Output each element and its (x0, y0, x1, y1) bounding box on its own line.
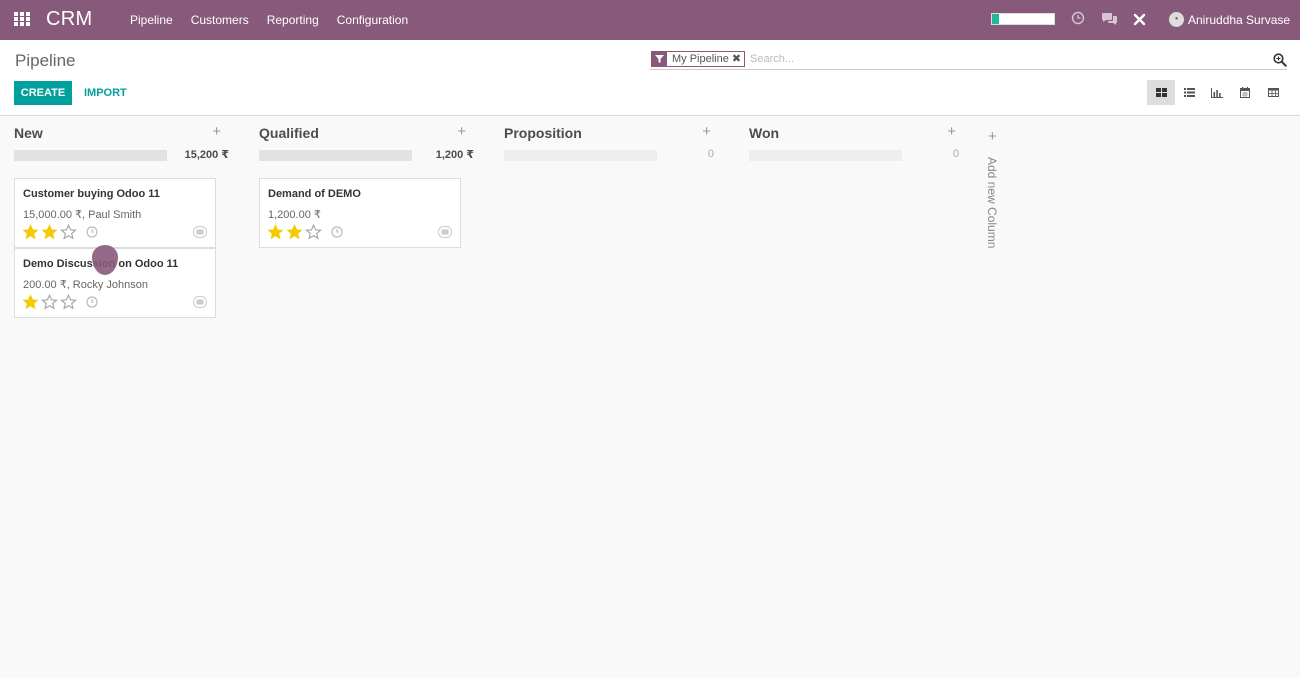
user-avatar[interactable]: ● (1169, 12, 1184, 27)
list-view-icon (1183, 88, 1195, 97)
user-menu[interactable]: Aniruddha Survase (1188, 13, 1290, 27)
column-total: 15,200 ₹ (184, 149, 229, 161)
control-panel: Pipeline My Pipeline ✖ CREATE IMPORT (0, 40, 1300, 116)
column-total: 0 (707, 148, 714, 160)
column-progress-bar[interactable] (749, 150, 902, 161)
progress-fill (992, 14, 1000, 24)
bar-chart-icon (1211, 87, 1223, 98)
quick-create-icon[interactable]: + (947, 123, 956, 140)
graph-view-button[interactable] (1203, 80, 1231, 105)
menu-configuration[interactable]: Configuration (328, 0, 417, 40)
import-button[interactable]: IMPORT (80, 81, 131, 105)
main-menu: Pipeline Customers Reporting Configurati… (121, 0, 417, 40)
calendar-view-button[interactable] (1231, 80, 1259, 105)
column-title[interactable]: Qualified (259, 125, 319, 141)
search-view: My Pipeline ✖ (650, 50, 1287, 70)
activity-clock-icon[interactable] (86, 226, 98, 238)
star-icon[interactable] (59, 224, 78, 240)
facet-value: My Pipeline (672, 53, 729, 65)
facet-remove-icon[interactable]: ✖ (732, 52, 744, 66)
card-subtitle: 200.00 ₹, Rocky Johnson (23, 279, 149, 291)
column-title[interactable]: Proposition (504, 125, 582, 141)
kanban-card[interactable]: Demand of DEMO 1,200.00 ₹ (259, 178, 461, 248)
star-icon[interactable] (21, 224, 40, 240)
sales-person-avatar-icon[interactable] (193, 226, 207, 238)
activity-clock-icon[interactable] (331, 226, 343, 238)
add-column-label[interactable]: Add new Column (985, 157, 999, 248)
filter-icon (652, 52, 667, 66)
pivot-view-button[interactable] (1259, 80, 1287, 105)
add-column-area[interactable]: + Add new Column (980, 117, 1006, 277)
column-title[interactable]: Won (749, 125, 779, 141)
create-button[interactable]: CREATE (14, 81, 72, 105)
column-total: 1,200 ₹ (435, 149, 474, 161)
filter-facet: My Pipeline ✖ (651, 51, 746, 67)
add-column-icon[interactable]: + (988, 128, 997, 145)
star-icon[interactable] (21, 294, 40, 310)
view-switcher (1147, 80, 1287, 105)
calendar-icon (1240, 87, 1250, 98)
star-icon[interactable] (40, 294, 59, 310)
column-progress-bar[interactable] (259, 150, 412, 161)
menu-pipeline[interactable]: Pipeline (121, 0, 182, 40)
chat-bubbles-icon[interactable] (1101, 12, 1118, 26)
activity-clock-icon[interactable] (86, 296, 98, 308)
kanban-view-icon (1155, 88, 1167, 97)
star-icon[interactable] (304, 224, 323, 240)
star-icon[interactable] (266, 224, 285, 240)
sales-person-avatar-icon[interactable] (193, 296, 207, 308)
search-input[interactable] (750, 50, 1260, 68)
pivot-table-icon (1267, 88, 1279, 97)
search-icon[interactable] (1273, 53, 1287, 67)
progress-widget[interactable] (991, 13, 1055, 25)
quick-create-icon[interactable]: + (212, 123, 221, 140)
menu-reporting[interactable]: Reporting (258, 0, 328, 40)
top-navbar: CRM Pipeline Customers Reporting Configu… (0, 0, 1300, 40)
card-subtitle: 1,200.00 ₹ (268, 209, 321, 221)
quick-create-icon[interactable]: + (702, 123, 711, 140)
activity-clock-icon[interactable] (1071, 11, 1085, 25)
star-icon[interactable] (40, 224, 59, 240)
quick-create-icon[interactable]: + (457, 123, 466, 140)
kanban-board: New + 15,200 ₹ Customer buying Odoo 11 1… (0, 117, 1300, 678)
column-progress-bar[interactable] (504, 150, 657, 161)
star-icon[interactable] (285, 224, 304, 240)
breadcrumb: Pipeline (15, 51, 76, 70)
star-icon[interactable] (59, 294, 78, 310)
apps-menu-icon[interactable] (14, 12, 31, 27)
app-brand[interactable]: CRM (46, 8, 92, 31)
priority-stars (21, 294, 78, 310)
card-subtitle: 15,000.00 ₹, Paul Smith (23, 209, 142, 221)
column-title[interactable]: New (14, 125, 43, 141)
priority-stars (21, 224, 78, 240)
column-total: 0 (952, 148, 959, 160)
menu-customers[interactable]: Customers (182, 0, 258, 40)
debug-tools-icon[interactable] (1133, 13, 1146, 26)
kanban-view-button[interactable] (1147, 80, 1175, 105)
kanban-card[interactable]: Customer buying Odoo 11 15,000.00 ₹, Pau… (14, 178, 216, 248)
column-progress-bar[interactable] (14, 150, 167, 161)
priority-stars (266, 224, 323, 240)
card-title: Demand of DEMO (268, 188, 361, 200)
card-title: Customer buying Odoo 11 (23, 188, 160, 200)
sales-person-avatar-icon[interactable] (438, 226, 452, 238)
list-view-button[interactable] (1175, 80, 1203, 105)
